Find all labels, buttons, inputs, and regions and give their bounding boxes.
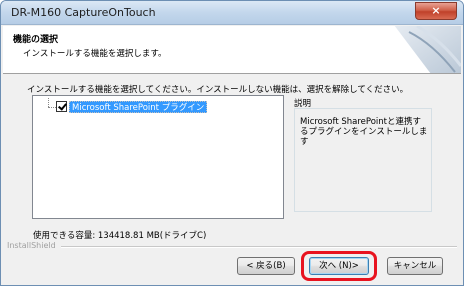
disk-space-info: 使用できる容量: 134418.81 MB(ドライブC) — [33, 231, 207, 241]
tree-connector — [48, 107, 56, 108]
tree-connector — [48, 98, 49, 107]
next-button-highlight — [301, 251, 377, 281]
description-text: Microsoft SharePointと連携するプラグインをインストールします — [300, 117, 428, 147]
installshield-brand: InstallShield — [7, 241, 56, 250]
cancel-button[interactable]: キャンセル — [387, 257, 443, 275]
installer-window: DR-M160 CaptureOnTouch × 機能の選択 インストールする機… — [0, 0, 464, 286]
page-title: 機能の選択 — [13, 35, 59, 45]
page-subtitle: インストールする機能を選択します。 — [23, 49, 167, 59]
title-bar[interactable]: DR-M160 CaptureOnTouch × — [1, 1, 463, 25]
close-icon[interactable]: × — [415, 2, 457, 20]
description-group: 説明 Microsoft SharePointと連携するプラグインをインストール… — [290, 95, 434, 219]
back-button[interactable]: < 戻る(B) — [237, 257, 295, 275]
tree-item-sharepoint-plugin[interactable]: Microsoft SharePoint プラグイン — [69, 101, 208, 113]
divider — [61, 246, 457, 248]
feature-checkbox[interactable] — [56, 101, 67, 112]
description-box: Microsoft SharePointと連携するプラグインをインストールします — [294, 108, 432, 212]
installer-graphic-icon — [394, 26, 461, 73]
window-title: DR-M160 CaptureOnTouch — [11, 6, 156, 19]
header-panel: 機能の選択 インストールする機能を選択します。 — [3, 26, 461, 74]
feature-tree[interactable]: Microsoft SharePoint プラグイン — [32, 95, 284, 219]
instruction-text: インストールする機能を選択してください。インストールしない機能は、選択を解除して… — [27, 85, 409, 95]
